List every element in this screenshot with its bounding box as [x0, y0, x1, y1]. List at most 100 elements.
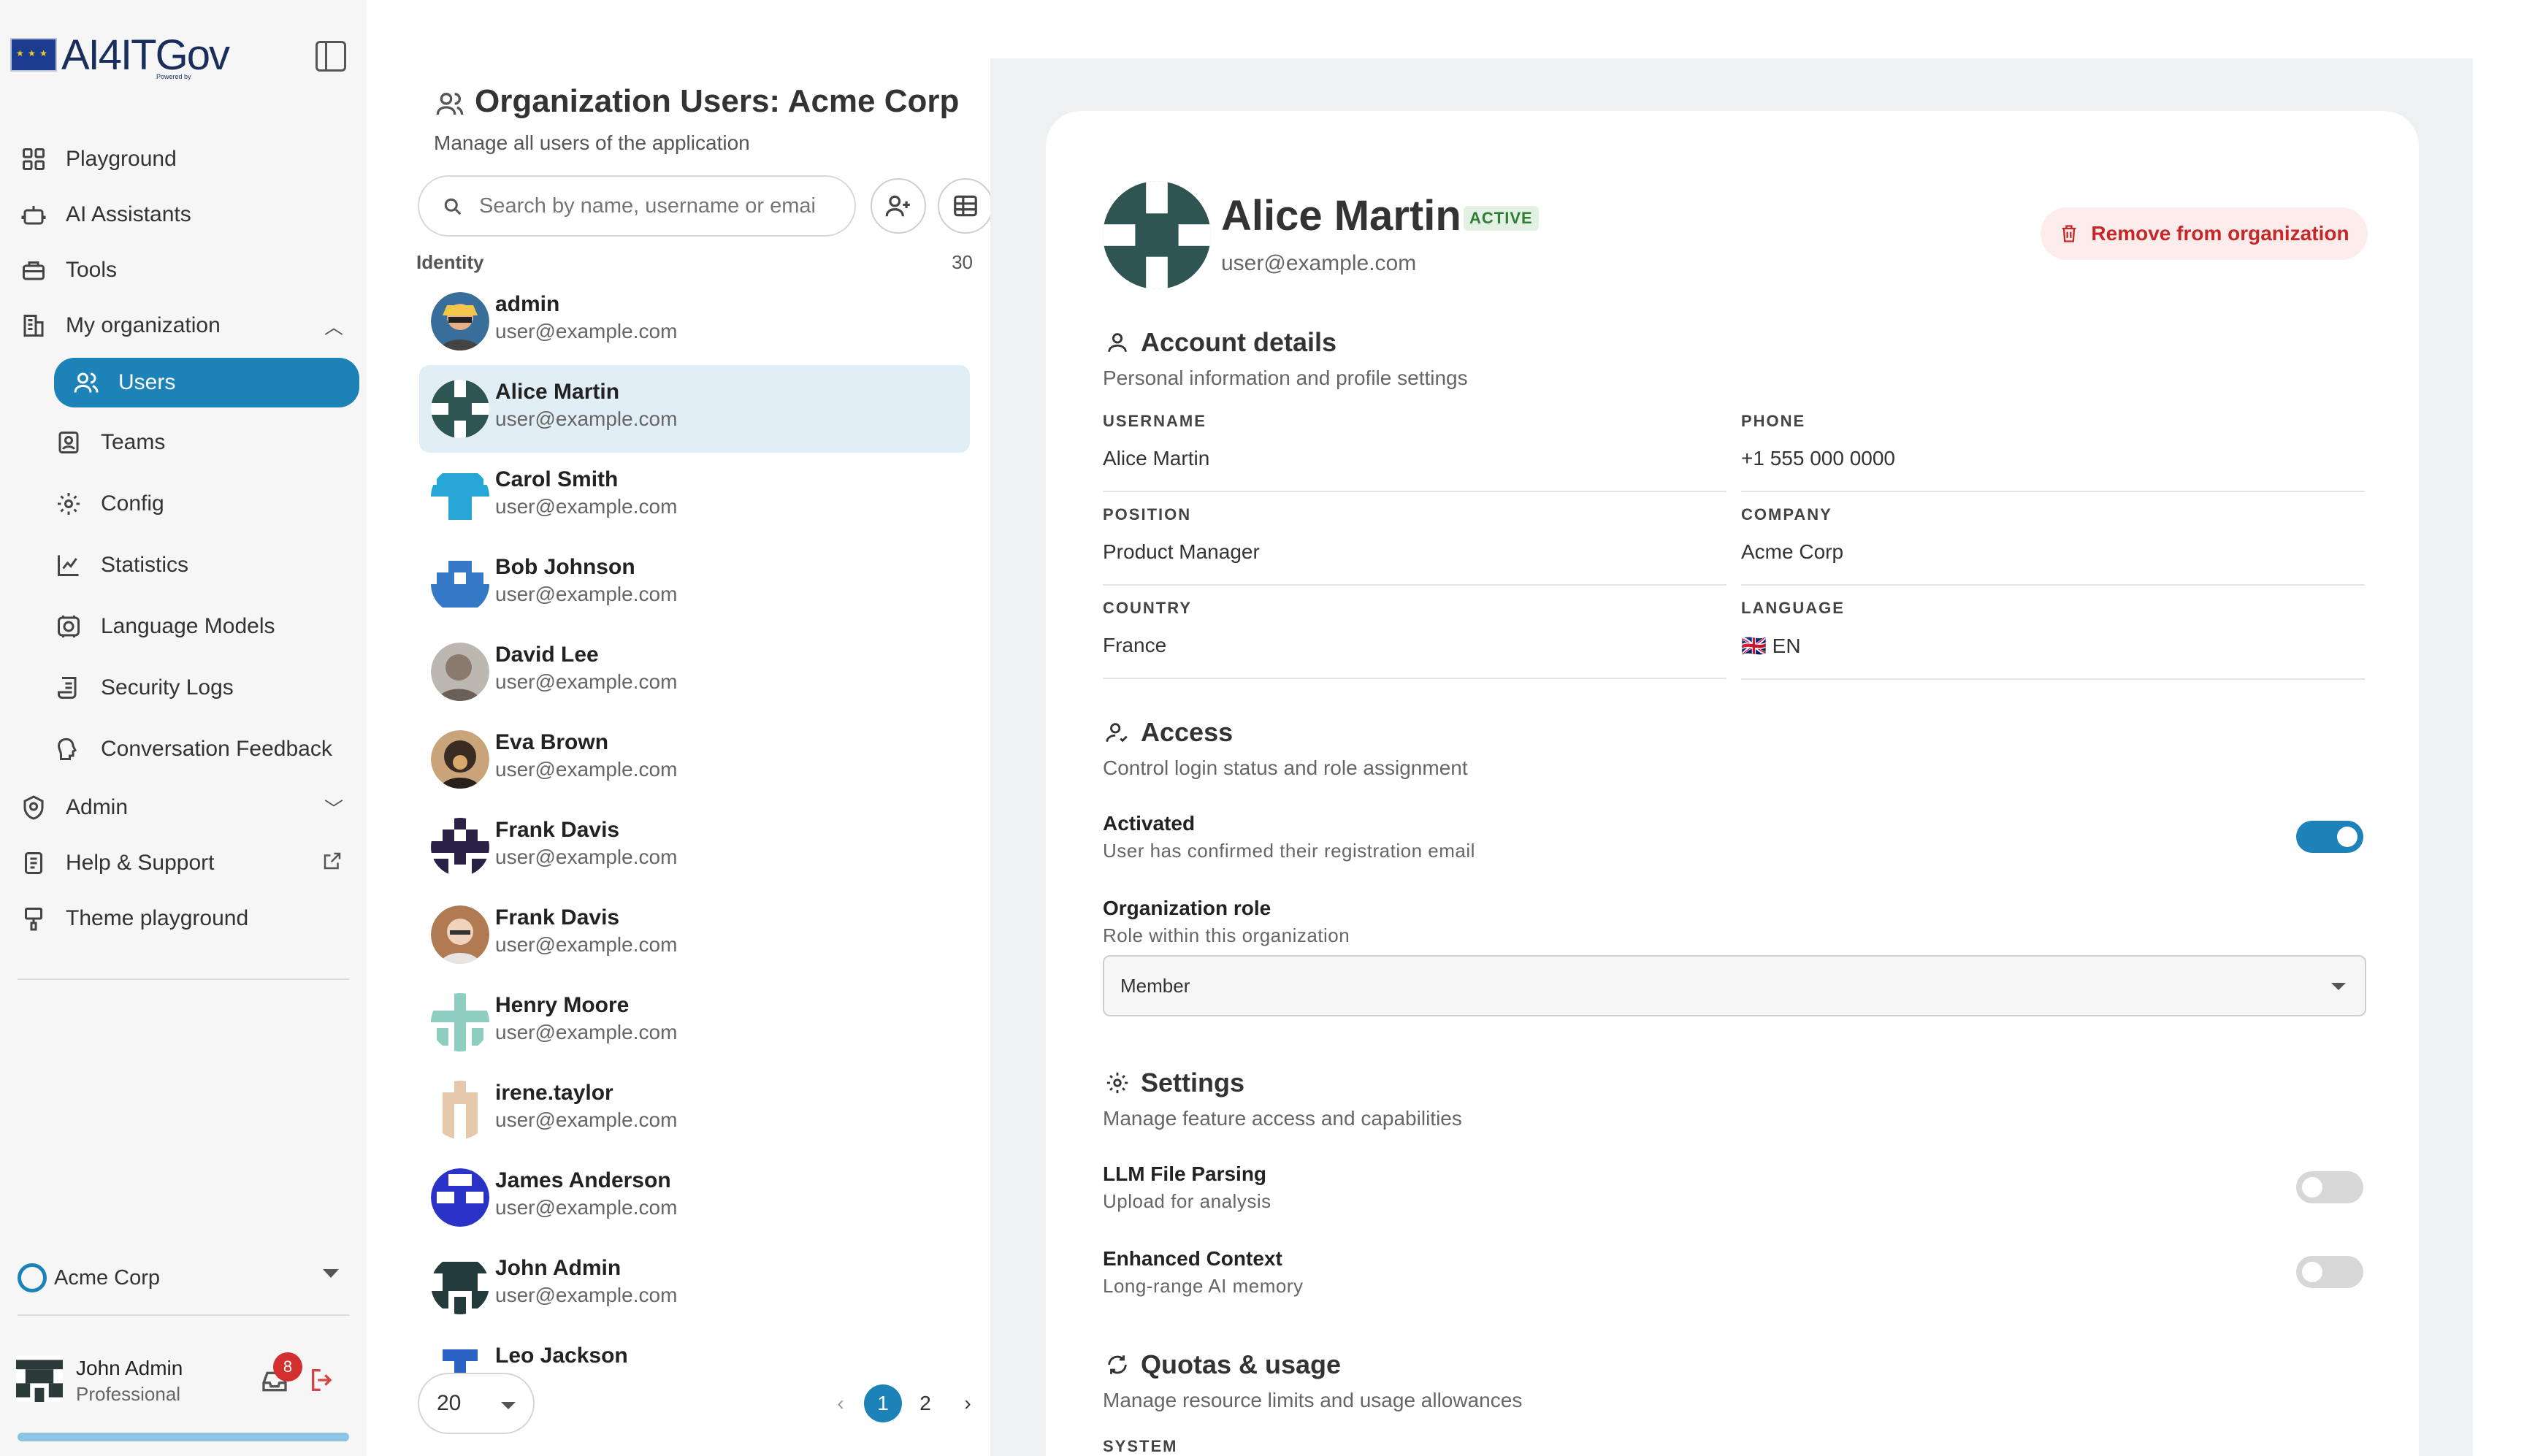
list-item[interactable]: irene.taylor user@example.com [419, 1066, 970, 1154]
list-item[interactable]: Henry Moore user@example.com [419, 978, 970, 1066]
current-user: John Admin Professional 8 [16, 1352, 352, 1405]
avatar [431, 1344, 489, 1373]
section-account-subtitle: Personal information and profile setting… [1103, 367, 1468, 389]
enhanced-context-toggle[interactable] [2296, 1256, 2363, 1288]
external-link-icon[interactable] [321, 850, 343, 877]
eu-flag-icon [10, 38, 57, 72]
building-icon [19, 311, 48, 340]
prev-page-button[interactable]: ‹ [822, 1384, 860, 1422]
sidebar-item-help-support[interactable]: Help & Support [19, 835, 361, 891]
remove-from-organization-button[interactable]: Remove from organization [2041, 207, 2368, 260]
list-item[interactable]: John Admin user@example.com [419, 1241, 970, 1329]
sidebar-item-teams[interactable]: Teams [54, 412, 361, 473]
toggle-knob [2337, 827, 2357, 847]
enhanced-context-subtitle: Long-range AI memory [1103, 1275, 1304, 1297]
language-value[interactable]: 🇬🇧 EN [1741, 634, 2365, 680]
list-item[interactable]: admin user@example.com [419, 277, 970, 365]
avatar[interactable] [16, 1355, 63, 1402]
sidebar-item-admin[interactable]: Admin ﹀ [19, 780, 361, 835]
sidebar-collapse-icon[interactable] [316, 41, 346, 72]
robot-icon [19, 200, 48, 229]
avatar [1103, 181, 1211, 289]
username-label: USERNAME [1103, 412, 1206, 430]
table-view-button[interactable] [938, 178, 993, 234]
activated-toggle[interactable] [2296, 821, 2363, 853]
add-user-button[interactable] [871, 178, 926, 234]
logo-subtext: Powered by [156, 73, 191, 80]
sidebar-item-security-logs[interactable]: Security Logs [54, 657, 361, 719]
page-subtitle: Manage all users of the application [434, 131, 750, 154]
organization-switcher[interactable]: Acme Corp [18, 1256, 349, 1300]
sidebar-item-language-models[interactable]: Language Models [54, 596, 361, 657]
search-input[interactable] [479, 194, 830, 218]
organization-role-select[interactable]: Member [1103, 955, 2366, 1016]
next-page-button[interactable]: › [949, 1384, 987, 1422]
section-title-text: Settings [1141, 1068, 1245, 1097]
sidebar-item-statistics[interactable]: Statistics [54, 534, 361, 596]
grid-icon [19, 145, 48, 174]
user-email: user@example.com [495, 320, 678, 342]
table-icon [954, 195, 977, 217]
list-item[interactable]: Eva Brown user@example.com [419, 716, 970, 803]
scroll-icon [54, 673, 83, 702]
brush-icon [19, 904, 48, 933]
organization-role-value: Member [1120, 974, 1190, 997]
username-value[interactable]: Alice Martin [1103, 447, 1726, 492]
phone-value[interactable]: +1 555 000 0000 [1741, 447, 2365, 492]
chevron-down-icon[interactable]: ﹀ [324, 794, 343, 821]
list-item[interactable]: Bob Johnson user@example.com [419, 540, 970, 628]
page-1-button[interactable]: 1 [864, 1384, 902, 1422]
avatar [431, 555, 489, 613]
sidebar-item-theme-playground[interactable]: Theme playground [19, 891, 361, 946]
sidebar-item-my-organization[interactable]: My organization ︿ [19, 298, 361, 353]
list-item[interactable]: Frank Davis user@example.com [419, 803, 970, 891]
user-email: user@example.com [495, 495, 678, 518]
country-value[interactable]: France [1103, 634, 1726, 679]
app-logo[interactable]: AI4ITGov Powered by [10, 28, 266, 82]
list-item[interactable]: Leo Jackson [419, 1329, 970, 1373]
page-2-button[interactable]: 2 [906, 1384, 944, 1422]
llm-file-parsing-toggle[interactable] [2296, 1171, 2363, 1203]
sidebar-item-ai-assistants[interactable]: AI Assistants [19, 187, 361, 242]
sidebar-item-label: Playground [66, 147, 177, 171]
llm-file-parsing-subtitle: Upload for analysis [1103, 1190, 1271, 1212]
sidebar-item-label: Admin [66, 795, 129, 819]
list-item[interactable]: Frank Davis user@example.com [419, 891, 970, 978]
feedback-icon [54, 735, 83, 764]
section-title-text: Account details [1141, 327, 1337, 357]
section-title-text: Quotas & usage [1141, 1349, 1342, 1379]
list-item[interactable]: Alice Martin user@example.com [419, 365, 970, 453]
avatar [431, 380, 489, 438]
sidebar-item-users[interactable]: Users [54, 358, 359, 407]
sidebar-item-label: My organization [66, 313, 221, 337]
user-name: John Admin [495, 1256, 622, 1280]
section-title-text: Access [1141, 717, 1234, 747]
list-item[interactable]: James Anderson user@example.com [419, 1154, 970, 1241]
list-header: Identity 30 [416, 251, 973, 274]
sidebar-item-label: Teams [101, 430, 166, 454]
toolbox-icon [19, 256, 48, 285]
section-quotas-subtitle: Manage resource limits and usage allowan… [1103, 1389, 1523, 1411]
list-item[interactable]: David Lee user@example.com [419, 628, 970, 716]
page-size-select[interactable]: 20 [418, 1373, 535, 1434]
sidebar-item-config[interactable]: Config [54, 473, 361, 534]
user-name: James Anderson [495, 1168, 671, 1192]
sidebar-item-playground[interactable]: Playground [19, 131, 361, 187]
avatar [431, 1256, 489, 1314]
id-card-icon [54, 428, 83, 457]
trash-icon [2062, 225, 2076, 242]
logout-icon[interactable] [308, 1365, 337, 1395]
sidebar-item-tools[interactable]: Tools [19, 242, 361, 298]
avatar [431, 1081, 489, 1139]
current-user-name: John Admin [76, 1357, 183, 1379]
sidebar-item-label: Help & Support [66, 851, 215, 875]
identity-column-label: Identity [416, 251, 484, 273]
user-check-icon [1103, 718, 1132, 747]
sidebar-item-conversation-feedback[interactable]: Conversation Feedback [54, 719, 361, 780]
avatar [431, 993, 489, 1051]
company-value[interactable]: Acme Corp [1741, 540, 2365, 586]
position-value[interactable]: Product Manager [1103, 540, 1726, 586]
list-item[interactable]: Carol Smith user@example.com [419, 453, 970, 540]
section-quotas-title: Quotas & usage [1103, 1349, 1341, 1380]
chevron-up-icon[interactable]: ︿ [324, 313, 343, 340]
